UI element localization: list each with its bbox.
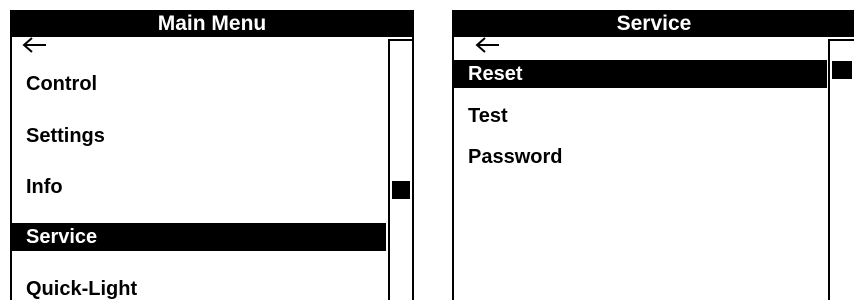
service-menu-title: Service (454, 10, 854, 37)
scrollbar[interactable] (828, 39, 854, 300)
main-menu-screen: Main Menu Control Settings Info Service … (10, 10, 414, 300)
menu-item-label: Test (468, 105, 508, 127)
menu-item-label: Settings (26, 125, 105, 147)
menu-item-service[interactable]: Service (12, 223, 386, 251)
menu-item-control[interactable]: Control (12, 70, 384, 98)
main-menu-title: Main Menu (12, 10, 412, 37)
menu-item-label: Quick-Light (26, 278, 138, 300)
menu-item-label: Info (26, 176, 63, 198)
menu-item-settings[interactable]: Settings (12, 122, 384, 150)
menu-item-label: Service (26, 226, 98, 248)
menu-item-label: Reset (468, 63, 523, 85)
scrollbar-thumb[interactable] (392, 181, 410, 199)
menu-item-password[interactable]: Password (454, 143, 824, 171)
scrollbar-thumb[interactable] (832, 61, 852, 79)
left-arrow-icon[interactable] (21, 36, 49, 54)
menu-item-info[interactable]: Info (12, 173, 384, 201)
scrollbar[interactable] (388, 39, 414, 300)
menu-item-quick-light[interactable]: Quick-Light (12, 275, 384, 303)
menu-item-test[interactable]: Test (454, 102, 824, 130)
menu-item-label: Control (26, 73, 98, 95)
left-arrow-icon[interactable] (474, 36, 502, 54)
menu-item-label: Password (468, 146, 563, 168)
menu-item-reset[interactable]: Reset (454, 60, 827, 88)
service-menu-screen: Service Reset Test Password (452, 10, 854, 300)
